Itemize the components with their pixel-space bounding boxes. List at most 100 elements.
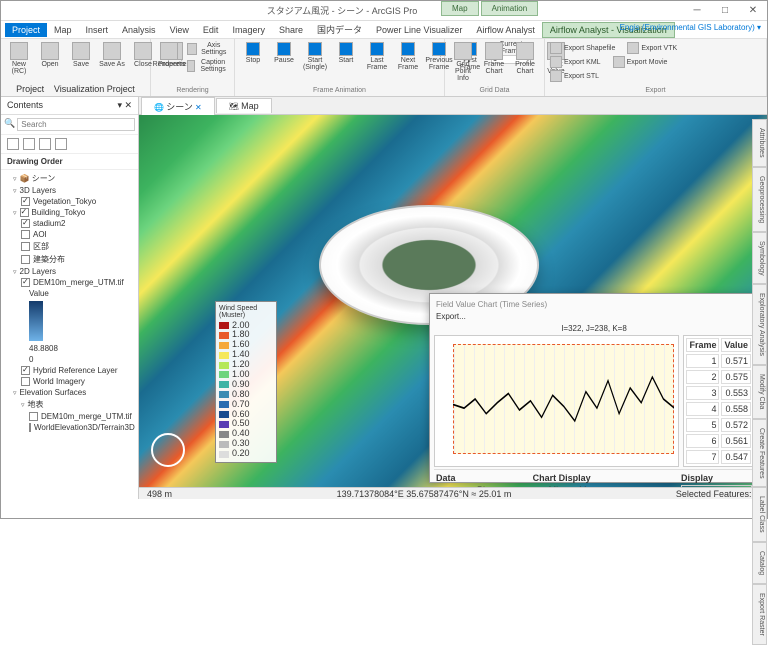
toc-layer[interactable]: DEM10m_merge_UTM.tif [5,411,134,422]
status-scale: 498 m [147,489,172,499]
ribbon-btn[interactable]: Save [67,41,95,83]
maximize-button[interactable]: □ [711,1,739,21]
dock-tab[interactable]: Exploratory Analysis [752,284,767,365]
axis-settings-button[interactable]: Axis Settings [186,41,230,57]
menu-map[interactable]: Map [47,23,79,37]
dock-tab[interactable]: Label Class [752,487,767,542]
menu-edit[interactable]: Edit [196,23,226,37]
dock-tab[interactable]: Attributes [752,119,767,167]
close-button[interactable]: ✕ [739,1,767,21]
menu-analysis[interactable]: Analysis [115,23,163,37]
right-dock-tabs: AttributesGeoprocessingSymbologyExplorat… [752,119,767,645]
status-bar: 498 m 139.71378084°E 35.67587476°N ≈ 25.… [139,487,767,499]
ribbon-btn[interactable]: Profile Chart [511,41,539,86]
toc-group[interactable]: ▿2D Layers [5,266,134,277]
toc-view-icons [1,135,138,154]
toc-list-icon[interactable] [7,138,19,150]
ribbon-griddata-group: Grid Point InfoFrame ChartProfile ChartP… [445,39,545,96]
contents-title: Contents [7,100,43,111]
chartdisp-section-label: Chart Display [533,473,675,483]
dock-tab[interactable]: Create Features [752,419,767,488]
contents-panel: Contents ▾ ✕ 🔍 Drawing Order ▿📦 シーン▿3D La… [1,97,139,499]
ribbon-btn[interactable]: Stop [239,41,267,86]
chart-title: I=322, J=238, K=8 [434,322,754,335]
ribbon-btn[interactable]: Frame Chart [480,41,508,86]
ribbon-btn[interactable]: Start (Single) [301,41,329,86]
toc-layer[interactable]: World Imagery [5,376,134,387]
caption-settings-button[interactable]: Caption Settings [186,58,230,74]
ribbon-render-label: Rendering [155,86,230,94]
ribbon-export-label: Export [549,86,762,94]
chart-data-table: FrameValue 10.57120.57530.55340.55850.57… [683,335,754,467]
dock-tab[interactable]: Modify Cba [752,365,767,418]
menu-imagery[interactable]: Imagery [225,23,272,37]
toc-group[interactable]: ▿3D Layers [5,185,134,196]
menu-airflow[interactable]: Airflow Analyst [469,23,542,37]
minimize-button[interactable]: ─ [683,1,711,21]
menu-project[interactable]: Project [5,23,47,37]
ribbon-btn[interactable]: Start [332,41,360,86]
drawing-order-header: Drawing Order [1,154,138,170]
renderers-button[interactable]: Renderers [155,41,183,86]
menu-view[interactable]: View [163,23,196,37]
ribbon-griddata-label: Grid Data [449,86,540,94]
toc-layer[interactable]: Hybrid Reference Layer [5,365,134,376]
toc-layer[interactable]: DEM10m_merge_UTM.tif [5,277,134,288]
toc-layer[interactable]: ▿地表 [5,398,134,411]
panel-menu-icon[interactable]: ▾ ✕ [117,100,132,111]
dock-tab[interactable]: Export Raster [752,584,767,645]
dock-tab[interactable]: Catalog [752,542,767,584]
menu-domestic-data[interactable]: 国内データ [310,21,369,38]
table-of-contents: ▿📦 シーン▿3D LayersVegetation_Tokyo▿Buildin… [1,170,138,499]
menu-powerline[interactable]: Power Line Visualizer [369,23,469,37]
menu-share[interactable]: Share [272,23,310,37]
workspace: Contents ▾ ✕ 🔍 Drawing Order ▿📦 シーン▿3D La… [1,97,767,499]
ribbon-project-label: Project [16,84,44,94]
ribbon-btn[interactable]: Grid Point Info [449,41,477,86]
ribbon-btn[interactable]: Last Frame [363,41,391,86]
context-tab-map[interactable]: Map [441,1,479,16]
data-section-label: Data [436,473,527,483]
chart-header: Field Value Chart (Time Series) [434,298,754,311]
context-tab-animation[interactable]: Animation [481,1,539,16]
dock-tab[interactable]: Symbology [752,232,767,285]
menu-insert[interactable]: Insert [79,23,116,37]
map-area: 🌐 シーン ✕ 🗺 Map Wind Speed (Muster) 2.001.… [139,97,767,499]
signin-link[interactable]: Engis (Environmental GIS Laboratory) ▾ [620,23,761,32]
window-title: スタジアム風況 - シーン - ArcGIS Pro [1,4,683,17]
map-canvas[interactable]: Wind Speed (Muster) 2.001.801.601.401.20… [139,115,767,487]
ribbon-btn[interactable]: Next Frame [394,41,422,86]
ribbon-render-group: Renderers Axis Settings Caption Settings… [151,39,235,96]
toc-select-icon[interactable] [39,138,51,150]
toc-layer[interactable]: WorldElevation3D/Terrain3D [5,422,134,433]
toc-edit-icon[interactable] [55,138,67,150]
toc-group[interactable]: ▿Building_Tokyo [5,207,134,218]
view-tab-scene[interactable]: 🌐 シーン ✕ [141,97,215,115]
chart-panel[interactable]: Field Value Chart (Time Series) Export..… [429,293,759,483]
toc-layer[interactable]: 区部 [5,240,134,253]
ribbon-project-group: New (RC)OpenSaveSave AsCloseProperties P… [1,39,151,96]
compass-icon[interactable] [151,433,185,467]
toc-group[interactable]: ▿Elevation Surfaces [5,387,134,398]
search-icon: 🔍 [4,118,15,131]
dock-tab[interactable]: Geoprocessing [752,167,767,232]
view-tab-map[interactable]: 🗺 Map [216,98,272,113]
ribbon-btn[interactable]: Save As [98,41,126,83]
ribbon-btn[interactable]: Open [36,41,64,83]
ribbon: New (RC)OpenSaveSave AsCloseProperties P… [1,39,767,97]
toc-layer[interactable]: stadium2 [5,218,134,229]
ribbon-viz-label: Visualization Project [54,84,135,94]
ribbon-btn[interactable]: Pause [270,41,298,86]
chart-plot[interactable] [434,335,679,467]
toc-layer[interactable]: 建築分布 [5,253,134,266]
ribbon-btn[interactable]: New (RC) [5,41,33,83]
toc-layer[interactable]: Vegetation_Tokyo [5,196,134,207]
legend-title: Wind Speed (Muster) [219,305,273,319]
toc-root[interactable]: ▿📦 シーン [5,172,134,185]
toc-source-icon[interactable] [23,138,35,150]
toc-layer[interactable]: AOI [5,229,134,240]
view-tabs: 🌐 シーン ✕ 🗺 Map [139,97,767,115]
ribbon-export-group: Export ShapefileExport VTKExport KMLExpo… [545,39,767,96]
chart-export-link[interactable]: Export... [434,311,754,322]
search-input[interactable] [17,118,135,131]
